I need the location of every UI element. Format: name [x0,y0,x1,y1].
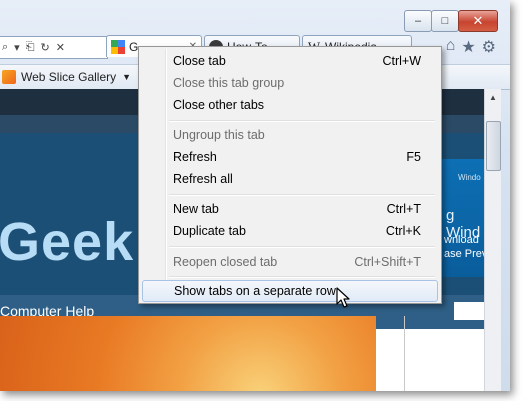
menu-item-duplicate-tab[interactable]: Duplicate tab Ctrl+K [141,220,439,242]
menu-item-label: Close other tabs [173,98,265,112]
dropdown-chevron-icon[interactable]: ▾ [14,41,20,54]
menu-item-show-tabs-separate-row[interactable]: Show tabs on a separate row [142,280,438,302]
web-slice-icon [2,70,16,84]
search-icon[interactable]: ⌕ [2,41,8,54]
windows-ad[interactable]: Windo g Wind wnload ase Prev [440,159,484,277]
menu-separator [169,120,435,122]
stop-icon[interactable]: ✕ [56,41,65,54]
menu-item-close-other-tabs[interactable]: Close other tabs [141,94,439,116]
close-icon: ✕ [472,13,484,28]
web-slice-gallery-label: Web Slice Gallery [21,70,117,84]
chevron-down-icon[interactable]: ▼ [122,72,131,82]
menu-item-shortcut: Ctrl+K [385,224,421,238]
menu-item-close-tab-group[interactable]: Close this tab group [141,72,439,94]
tools-gear-icon[interactable]: ⚙ [482,37,496,57]
menu-separator [169,276,435,278]
mouse-cursor-icon [336,287,350,308]
menu-item-label: Ungroup this tab [173,128,265,142]
web-slice-gallery-link[interactable]: Web Slice Gallery ▼ [0,70,131,84]
browser-window-frame: – □ ✕ ⌕ ▾ ⎗ ↻ ✕ G ✕ How-To W Wikipedia [0,0,510,391]
menu-item-label: Reopen closed tab [173,255,278,269]
menu-item-label: Close tab [173,54,226,68]
menu-item-shortcut: Ctrl+Shift+T [354,255,421,269]
menu-item-new-tab[interactable]: New tab Ctrl+T [141,198,439,220]
menu-item-refresh-all[interactable]: Refresh all [141,168,439,190]
vertical-scrollbar[interactable]: ▲ [484,89,501,391]
ad-text: Windo [458,173,481,182]
site-logo[interactable]: Geek [0,211,134,273]
maximize-button[interactable]: □ [431,10,459,32]
tab-context-menu: Close tab Ctrl+W Close this tab group Cl… [138,46,442,304]
tab-label: G [129,39,139,54]
menu-item-label: Close this tab group [173,76,285,90]
refresh-icon[interactable]: ↻ [41,41,50,54]
site-search-input[interactable] [454,302,484,320]
menu-item-label: New tab [173,202,219,216]
menu-item-ungroup-tab[interactable]: Ungroup this tab [141,124,439,146]
menu-item-shortcut: Ctrl+T [386,202,421,216]
home-icon[interactable]: ⌂ [446,37,456,57]
scroll-up-icon[interactable]: ▲ [485,89,501,105]
menu-item-refresh[interactable]: Refresh F5 [141,146,439,168]
menu-item-label: Show tabs on a separate row [174,284,336,298]
ad-text: wnload ase Prev [444,234,484,260]
menu-item-label: Refresh [173,150,217,164]
menu-separator [169,194,435,196]
menu-item-label: Duplicate tab [173,224,246,238]
menu-item-label: Refresh all [173,172,233,186]
google-icon [111,39,125,54]
minimize-icon: – [414,15,422,27]
maximize-icon: □ [441,15,449,27]
menu-item-close-tab[interactable]: Close tab Ctrl+W [141,50,439,72]
favorites-star-icon[interactable]: ★ [461,37,475,57]
toolbar-icons: ⌂ ★ ⚙ [446,37,496,57]
address-bar-tail[interactable]: ⌕ ▾ ⎗ ↻ ✕ [0,36,108,59]
compatibility-icon[interactable]: ⎗ [26,41,35,54]
window-controls: – □ ✕ [404,10,498,32]
menu-item-reopen-closed-tab[interactable]: Reopen closed tab Ctrl+Shift+T [141,251,439,273]
screenshot: – □ ✕ ⌕ ▾ ⎗ ↻ ✕ G ✕ How-To W Wikipedia [0,0,510,391]
menu-item-shortcut: F5 [406,150,421,164]
menu-separator [169,246,435,248]
divider [404,316,405,391]
close-window-button[interactable]: ✕ [458,10,498,32]
minimize-button[interactable]: – [404,10,432,32]
article-image [0,316,376,391]
scrollbar-thumb[interactable] [486,121,501,171]
menu-item-shortcut: Ctrl+W [382,54,421,68]
